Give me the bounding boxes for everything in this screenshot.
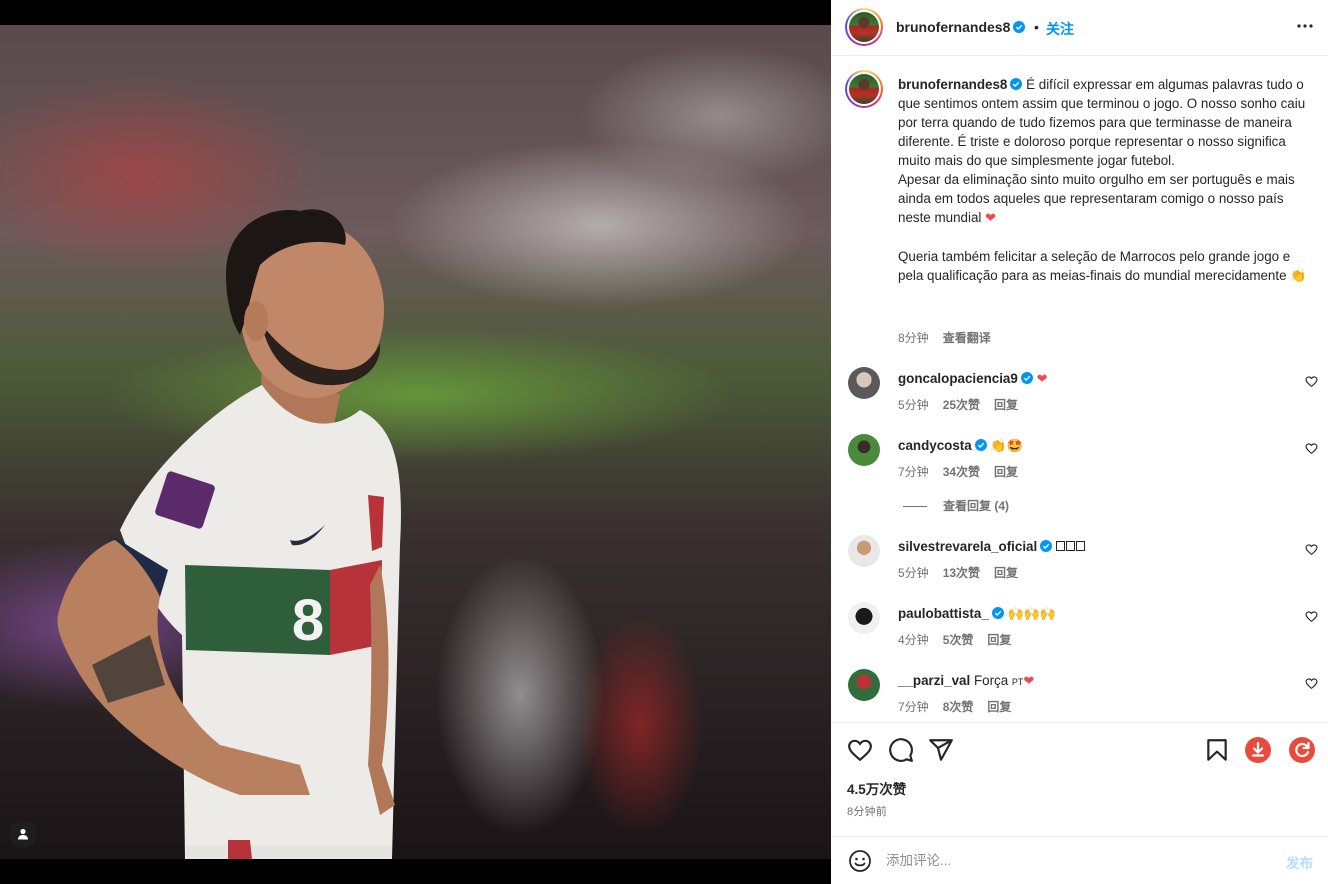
share-icon[interactable] [928,737,954,763]
comment-item: silvestrevarela_oficial 5分钟 13次赞 回复 [831,535,1328,595]
comment-icon[interactable] [888,737,914,763]
post-comment-button[interactable]: 发布 [1286,852,1313,872]
jersey-number: 8 [292,588,324,653]
commenter-username[interactable]: __parzi_val [898,673,970,688]
comment-likes[interactable]: 5次赞 [943,633,974,647]
comment-item: __parzi_val Força PT❤ 7分钟 8次赞 回复 [831,669,1328,722]
caption-time: 8分钟 [898,331,929,345]
comment-item: candycosta 👏🤩 7分钟 34次赞 回复 [831,434,1328,494]
flag-pt: PT [1011,677,1024,687]
verified-badge-icon [1040,540,1053,552]
post-side-panel: brunofernandes8 • 关注 brunofernandes8 É d… [831,0,1328,884]
user-tag-icon [18,828,28,840]
comment-likes[interactable]: 25次赞 [943,398,980,412]
verified-badge-icon [1010,78,1023,90]
heart-icon[interactable] [847,737,873,763]
emoji-icon[interactable] [848,849,872,873]
likes-count[interactable]: 4.5万次赞 [847,778,906,798]
caption-username[interactable]: brunofernandes8 [898,77,1007,92]
add-comment-bar: 发布 [831,836,1328,884]
caption-text-2: Queria também felicitar a seleção de Mar… [898,249,1294,283]
comment-time: 7分钟 [898,465,929,479]
post-time-ago[interactable]: 8分钟前 [847,803,887,819]
author-username-text[interactable]: brunofernandes8 [896,19,1010,35]
commenter-username[interactable]: paulobattista_ [898,606,989,621]
post-media: 8 [0,0,831,884]
view-replies-button[interactable]: 查看回复 (4) [903,497,1009,514]
commenter-avatar[interactable] [848,434,880,466]
comment-item: goncalopaciencia9 ❤ 5分钟 25次赞 回复 [831,367,1328,427]
comment-time: 7分钟 [898,700,929,714]
author-avatar[interactable] [845,8,883,46]
red-heart-emoji: ❤ [1023,674,1035,689]
follow-button[interactable]: 关注 [1046,19,1074,39]
comment-item: paulobattista_ 🙌🙌🙌 4分钟 5次赞 回复 [831,602,1328,662]
comment-text: 🙌🙌🙌 [1007,607,1057,622]
comment-text: 👏🤩 [990,439,1023,454]
user-tag-button[interactable] [9,820,37,848]
see-translation-link[interactable]: 查看翻译 [943,331,991,345]
reply-button[interactable]: 回复 [994,465,1018,479]
verified-badge-icon [1013,21,1026,33]
clap-emoji: 👏 [1290,269,1307,284]
more-options-icon[interactable] [1293,14,1317,38]
post-header: brunofernandes8 • 关注 [831,0,1328,56]
comment-like-heart-icon[interactable] [1305,543,1318,556]
comment-input[interactable] [886,848,1266,872]
post-photo[interactable]: 8 [0,25,831,859]
comment-likes[interactable]: 34次赞 [943,465,980,479]
comment-time: 5分钟 [898,398,929,412]
verified-badge-icon [1020,372,1033,384]
commenter-avatar[interactable] [848,669,880,701]
commenter-avatar[interactable] [848,602,880,634]
comment-text: Força [973,673,1012,688]
comment-like-heart-icon[interactable] [1305,442,1318,455]
post-caption: brunofernandes8 É difícil expressar em a… [898,75,1313,286]
comment-like-heart-icon[interactable] [1305,610,1318,623]
reply-button[interactable]: 回复 [994,398,1018,412]
comment-text-glyphs [1055,539,1085,554]
comment-time: 5分钟 [898,566,929,580]
author-username[interactable]: brunofernandes8 [896,19,1026,35]
comment-like-heart-icon[interactable] [1305,677,1318,690]
comments-scroll-area[interactable]: brunofernandes8 É difícil expressar em a… [831,57,1328,722]
download-extension-icon[interactable] [1245,737,1271,763]
commenter-username[interactable]: silvestrevarela_oficial [898,539,1037,554]
separator-dot: • [1034,19,1039,35]
red-heart-emoji: ❤ [985,211,996,226]
comment-likes[interactable]: 8次赞 [943,700,974,714]
reply-button[interactable]: 回复 [994,566,1018,580]
view-replies-label[interactable]: 查看回复 (4) [943,499,1009,513]
verified-badge-icon [974,439,987,451]
comment-likes[interactable]: 13次赞 [943,566,980,580]
comment-text: ❤ [1036,372,1048,387]
commenter-username[interactable]: goncalopaciencia9 [898,371,1018,386]
reply-button[interactable]: 回复 [987,633,1011,647]
verified-badge-icon [991,607,1004,619]
save-bookmark-icon[interactable] [1204,737,1230,763]
post-actions: 4.5万次赞 8分钟前 [831,722,1328,852]
player-figure: 8 [57,209,401,859]
comment-like-heart-icon[interactable] [1305,375,1318,388]
caption-author-avatar[interactable] [845,70,883,108]
caption-text: É difícil expressar em algumas palavras … [898,77,1306,225]
commenter-avatar[interactable] [848,535,880,567]
caption-meta: 8分钟 查看翻译 [898,329,991,346]
commenter-username[interactable]: candycosta [898,438,972,453]
comment-time: 4分钟 [898,633,929,647]
reply-button[interactable]: 回复 [987,700,1011,714]
commenter-avatar[interactable] [848,367,880,399]
refresh-extension-icon[interactable] [1289,737,1315,763]
